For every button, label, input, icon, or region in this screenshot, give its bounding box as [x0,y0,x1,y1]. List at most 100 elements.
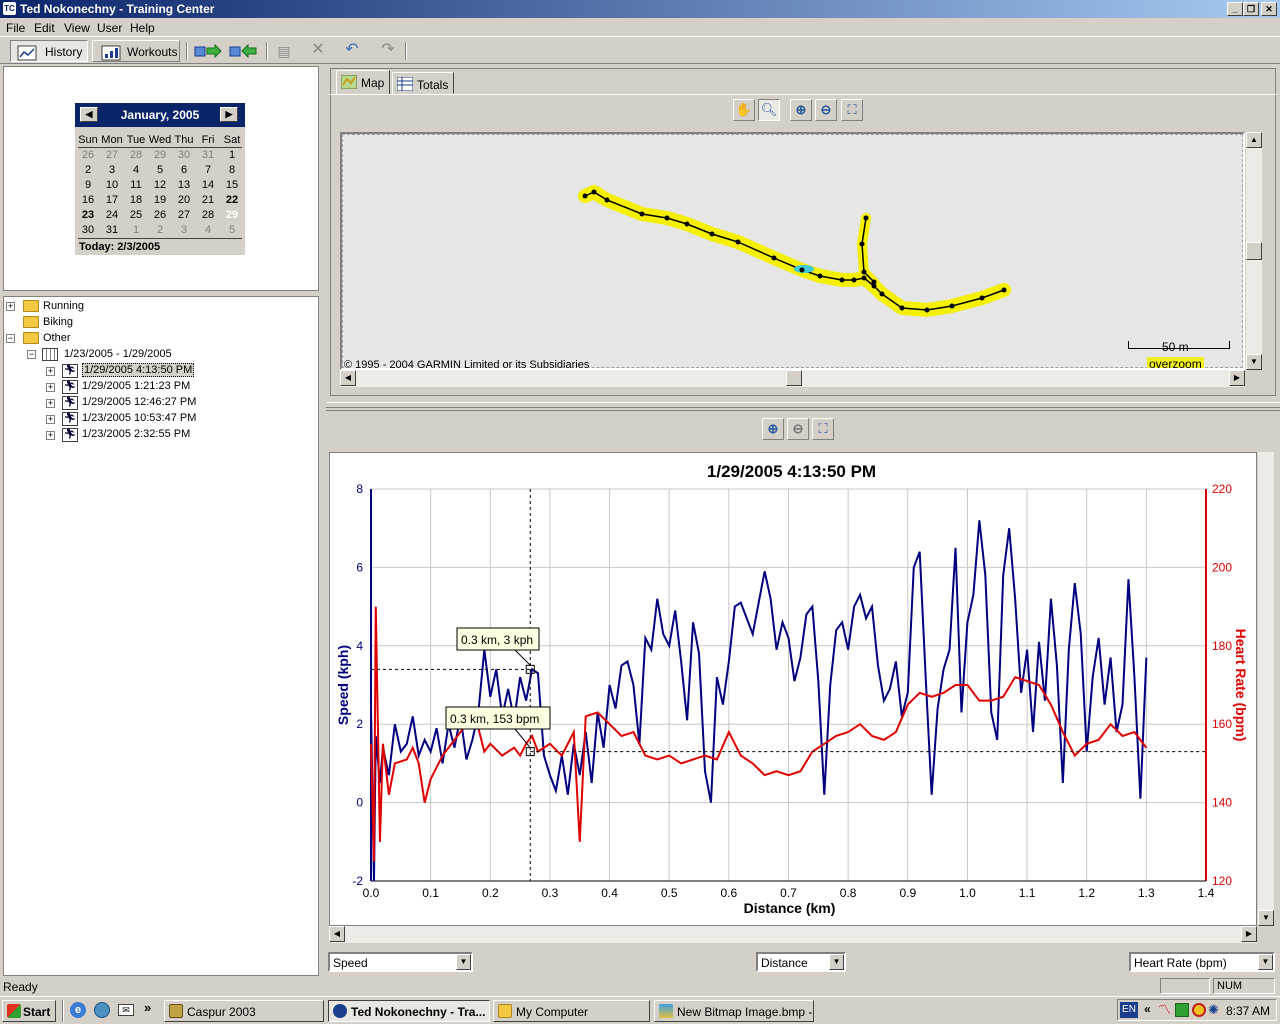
quicklaunch-more-icon[interactable]: » [144,1000,151,1015]
calendar-day[interactable]: 13 [172,179,196,191]
receive-from-device-icon[interactable] [229,43,257,59]
calendar-day[interactable]: 28 [196,209,220,221]
chevron-down-icon[interactable]: ▼ [829,954,844,970]
calendar-day[interactable]: 9 [76,179,100,191]
calendar-day[interactable]: 4 [124,164,148,176]
calendar-day[interactable]: 15 [220,179,244,191]
expand-activity[interactable]: + [46,399,55,408]
redo-icon[interactable]: ↷ [378,42,398,58]
calendar-day[interactable]: 28 [124,149,148,161]
calendar-day[interactable]: 29 [148,149,172,161]
calendar-day[interactable]: 30 [172,149,196,161]
prev-month-button[interactable]: ◀ [80,107,98,122]
map-hscroll[interactable]: ◀ ▶ [340,370,1245,387]
tree-activity[interactable]: 1/29/2005 4:13:50 PM [82,363,195,377]
scroll-up-arrow[interactable]: ▲ [1246,132,1262,148]
calendar-day[interactable]: 21 [196,194,220,206]
calendar-day[interactable]: 26 [76,149,100,161]
calendar-day[interactable]: 24 [100,209,124,221]
scroll-right-arrow[interactable]: ▶ [1229,370,1245,386]
send-to-device-icon[interactable] [194,43,222,59]
scroll-thumb[interactable] [786,370,802,386]
calendar-day[interactable]: 22 [220,194,244,206]
calendar-day[interactable]: 8 [220,164,244,176]
zoom-tool-icon[interactable]: 🔍︎ [758,99,780,121]
graph-zoom-out-icon[interactable]: ⊖ [787,418,809,440]
scroll-left-arrow[interactable]: ◀ [340,370,356,386]
print-icon[interactable]: ▤ [274,43,294,59]
calendar-day[interactable]: 30 [76,224,100,236]
calendar-day[interactable]: 6 [172,164,196,176]
left-axis-select[interactable]: Speed ▼ [328,952,473,972]
task-paint[interactable]: New Bitmap Image.bmp -... [654,1000,814,1022]
calendar-day[interactable]: 4 [196,224,220,236]
expand-activity[interactable]: + [46,415,55,424]
next-month-button[interactable]: ▶ [220,107,238,122]
calendar-day[interactable]: 5 [220,224,244,236]
task-training-center[interactable]: Ted Nokonechny - Tra... [328,1000,490,1022]
calendar-day[interactable]: 2 [148,224,172,236]
tray-sun-icon[interactable]: ✺ [1208,1002,1219,1018]
calendar-day[interactable]: 31 [196,149,220,161]
scroll-right-arrow[interactable]: ▶ [1241,926,1257,942]
menu-help[interactable]: Help [130,21,155,35]
calendar-day[interactable]: 3 [100,164,124,176]
mail-icon[interactable]: ✉ [118,1004,134,1016]
zoom-out-icon[interactable]: ⊖ [815,99,837,121]
expand-running[interactable]: + [6,302,15,311]
collapse-week[interactable]: − [27,350,36,359]
undo-icon[interactable]: ↶ [342,42,362,58]
menu-user[interactable]: User [97,21,122,35]
close-button[interactable]: ✕ [1261,2,1277,16]
calendar-day[interactable]: 12 [148,179,172,191]
scroll-down-arrow[interactable]: ▼ [1246,354,1262,370]
calendar-day[interactable]: 2 [76,164,100,176]
tree-activity[interactable]: 1/29/2005 1:21:23 PM [82,380,190,392]
chevron-down-icon[interactable]: ▼ [456,954,471,970]
calendar-day[interactable]: 18 [124,194,148,206]
calendar-today[interactable]: Today: 2/3/2005 [79,241,160,253]
calendar-day[interactable]: 25 [124,209,148,221]
start-button[interactable]: Start [2,1000,56,1022]
workouts-button[interactable]: Workouts [92,40,180,62]
graph-vscroll[interactable]: ▼ [1257,452,1274,926]
right-axis-select[interactable]: Heart Rate (bpm) ▼ [1129,952,1275,972]
delete-icon[interactable]: ✕ [308,42,328,58]
graph-area[interactable]: 0.0 0.1 0.2 0.3 0.4 0.5 0.6 0.7 0.8 0.9 1.0 1.1 1.2 1… [329,452,1257,926]
calendar-day[interactable]: 26 [148,209,172,221]
tree-activity[interactable]: 1/23/2005 10:53:47 PM [82,412,196,424]
map-vscroll[interactable]: ▲ ▼ [1245,132,1262,370]
calendar-day[interactable]: 20 [172,194,196,206]
tab-map[interactable]: Map [336,70,390,95]
history-button[interactable]: History [10,40,88,62]
calendar-day[interactable]: 5 [148,164,172,176]
tab-totals[interactable]: Totals [392,72,454,94]
scroll-thumb[interactable] [1246,242,1262,260]
calendar-day[interactable]: 7 [196,164,220,176]
x-axis-select[interactable]: Distance ▼ [756,952,846,972]
map-view[interactable]: © 1995 - 2004 GARMIN Limited or its Subs… [340,132,1245,370]
scroll-down-arrow[interactable]: ▼ [1258,910,1274,926]
calendar-day[interactable]: 3 [172,224,196,236]
calendar-day[interactable]: 1 [220,149,244,161]
ie-icon[interactable]: e [70,1002,86,1018]
calendar-day[interactable]: 27 [172,209,196,221]
zoom-in-icon[interactable]: ⊕ [790,99,812,121]
expand-activity[interactable]: + [46,367,55,376]
pane-splitter[interactable] [326,402,1280,408]
expand-activity[interactable]: + [46,431,55,440]
tray-app-icon[interactable]: 〽 [1158,1003,1172,1017]
graph-zoom-in-icon[interactable]: ⊕ [762,418,784,440]
menu-edit[interactable]: Edit [34,21,55,35]
zoom-extent-icon[interactable]: ⛶ [841,99,863,121]
tree-activity[interactable]: 1/29/2005 12:46:27 PM [82,396,196,408]
collapse-other[interactable]: − [6,334,15,343]
scroll-left-arrow[interactable]: ◀ [329,926,345,942]
graph-zoom-extent-icon[interactable]: ⛶ [812,418,834,440]
task-my-computer[interactable]: My Computer [493,1000,650,1022]
calendar-day[interactable]: 10 [100,179,124,191]
expand-activity[interactable]: + [46,383,55,392]
tree-biking[interactable]: Biking [43,316,73,328]
menu-view[interactable]: View [64,21,90,35]
restore-button[interactable]: ❐ [1243,2,1259,16]
